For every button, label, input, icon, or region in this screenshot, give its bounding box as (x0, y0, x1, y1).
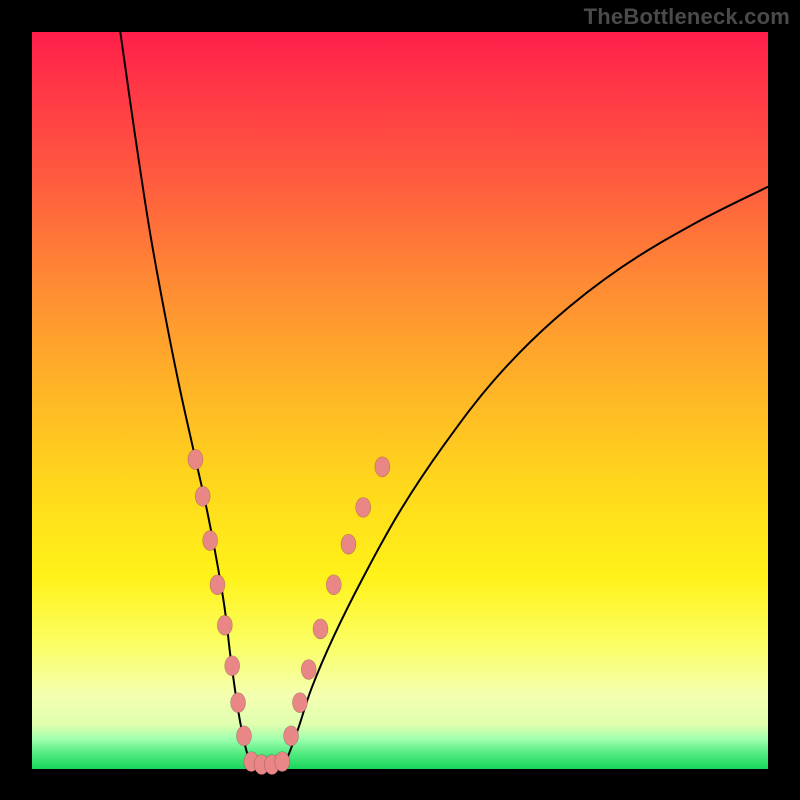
bead-marker (292, 693, 307, 713)
bead-marker (225, 656, 240, 676)
bead-marker (236, 726, 251, 746)
bead-marker (375, 457, 390, 477)
bead-marker (188, 449, 203, 469)
bead-marker (301, 660, 316, 680)
bead-marker (203, 531, 218, 551)
curve-right-branch (253, 187, 768, 772)
bead-marker (195, 486, 210, 506)
app-frame: TheBottleneck.com (0, 0, 800, 800)
bead-group (188, 449, 390, 774)
bead-marker (210, 575, 225, 595)
bead-marker (341, 534, 356, 554)
plot-area (32, 32, 768, 769)
bead-marker (326, 575, 341, 595)
bead-marker (284, 726, 299, 746)
bead-marker (231, 693, 246, 713)
curve-left-branch (120, 32, 282, 771)
curve-layer (32, 32, 768, 769)
attribution-label: TheBottleneck.com (584, 4, 790, 30)
bead-marker (313, 619, 328, 639)
bead-marker (217, 615, 232, 635)
bead-marker (356, 497, 371, 517)
bead-marker (275, 752, 290, 772)
